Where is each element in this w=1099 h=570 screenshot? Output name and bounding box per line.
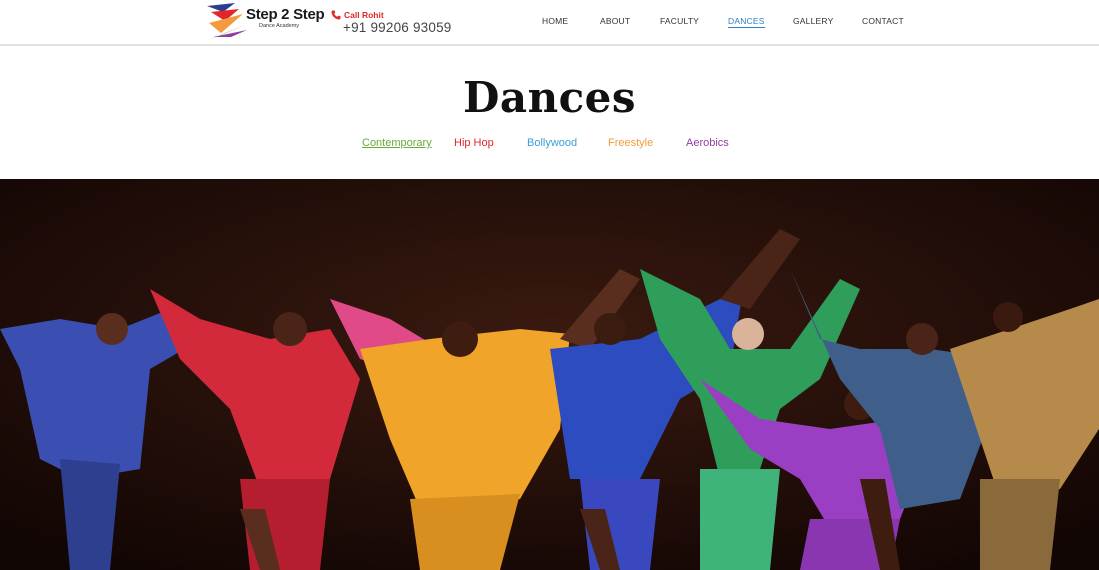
brand-logo[interactable]: Step 2 Step Dance Academy — [205, 3, 325, 43]
brand-name: Step 2 Step — [246, 6, 325, 23]
call-block[interactable]: Call Rohit +91 99206 93059 — [331, 9, 461, 39]
tab-freestyle[interactable]: Freestyle — [608, 137, 653, 149]
nav-faculty[interactable]: FACULTY — [660, 16, 699, 26]
tab-aerobics[interactable]: Aerobics — [686, 137, 729, 149]
tab-hip-hop[interactable]: Hip Hop — [454, 137, 494, 149]
phone-icon — [331, 10, 341, 20]
tab-bollywood[interactable]: Bollywood — [527, 137, 577, 149]
call-label: Call Rohit — [344, 10, 384, 20]
nav-contact[interactable]: CONTACT — [862, 16, 904, 26]
brand-tagline: Dance Academy — [259, 23, 300, 29]
phone-number[interactable]: +91 99206 93059 — [343, 20, 451, 35]
tab-contemporary[interactable]: Contemporary — [362, 137, 432, 149]
page-title: Dances — [462, 73, 637, 122]
nav-dances[interactable]: DANCES — [728, 16, 765, 28]
hero-image — [0, 179, 1099, 570]
dancers-illustration — [0, 179, 1099, 570]
nav-home[interactable]: HOME — [542, 16, 568, 26]
site-header: Step 2 Step Dance Academy Call Rohit +91… — [0, 0, 1099, 46]
nav-about[interactable]: ABOUT — [600, 16, 630, 26]
nav-gallery[interactable]: GALLERY — [793, 16, 833, 26]
dance-category-tabs: Contemporary Hip Hop Bollywood Freestyle… — [0, 137, 1099, 153]
